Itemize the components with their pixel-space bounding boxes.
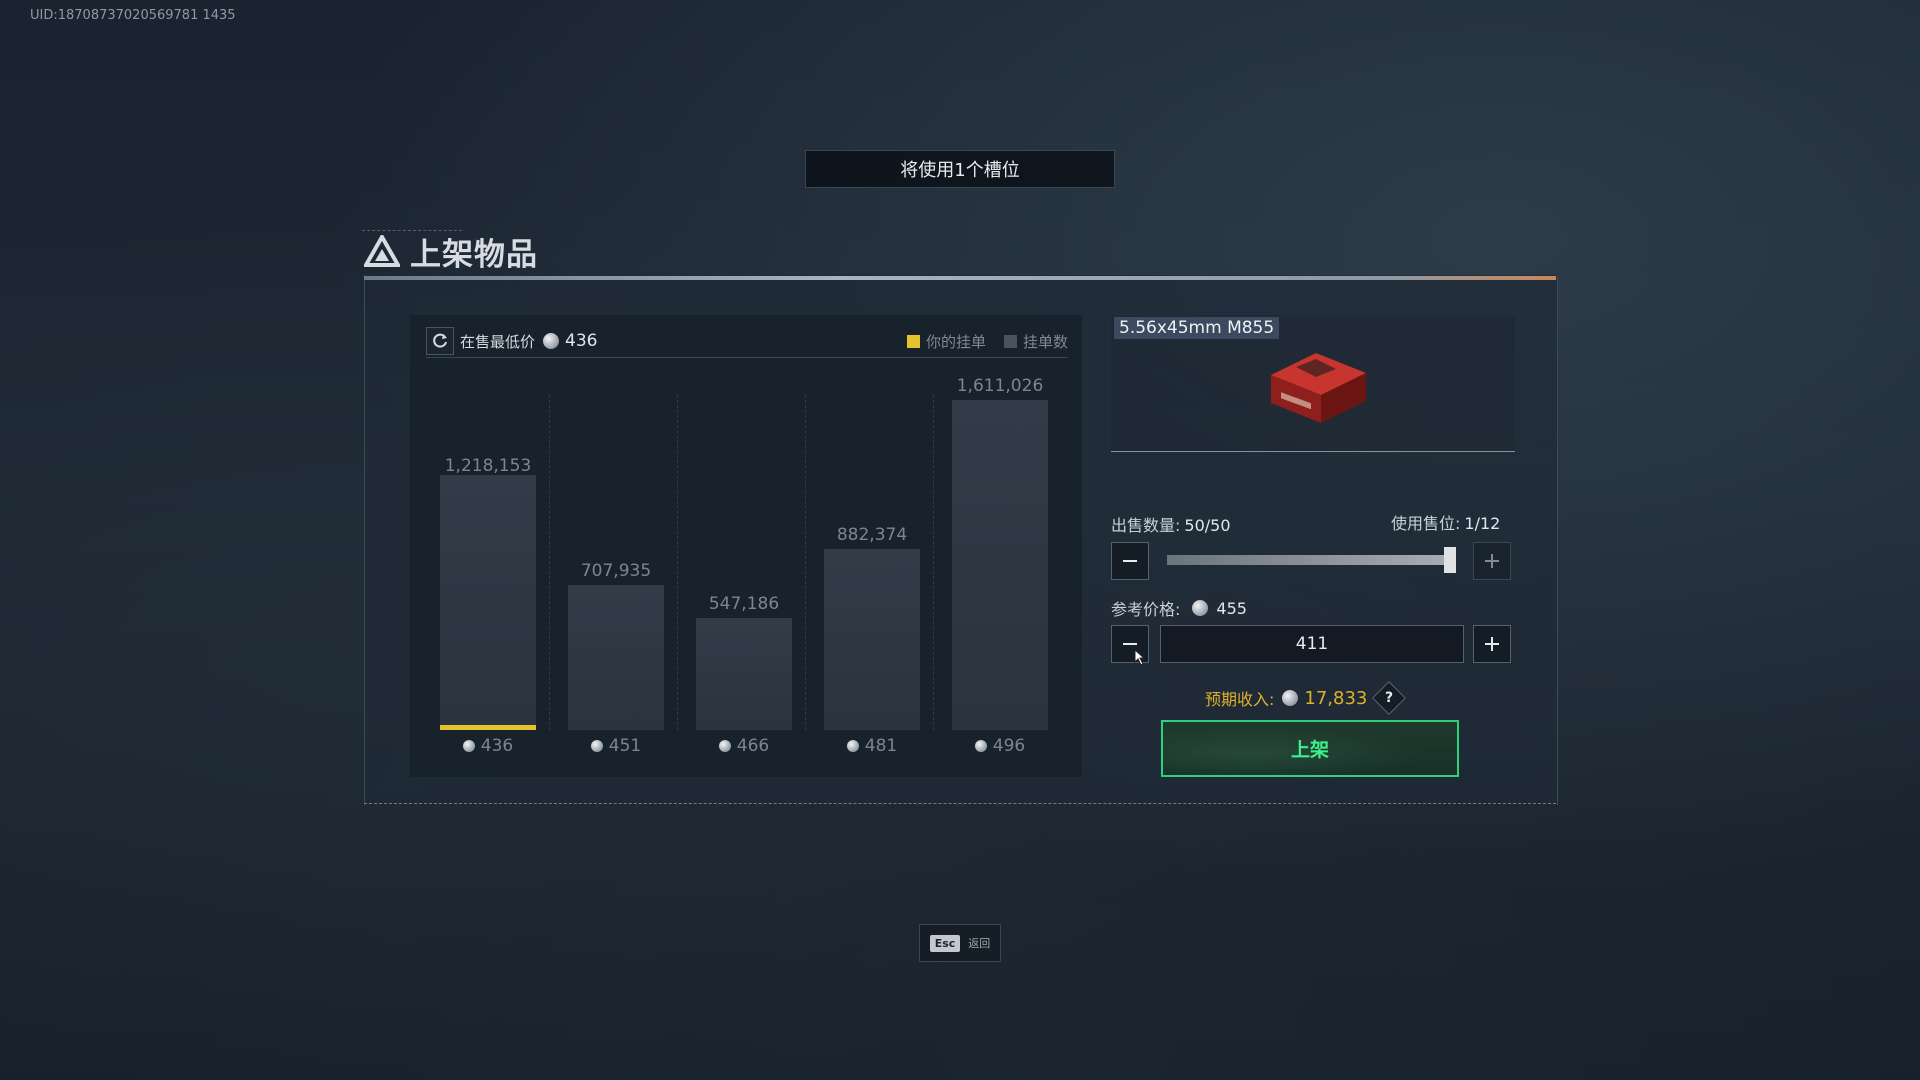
chart-bar[interactable] <box>440 475 536 730</box>
bar-value-label: 547,186 <box>708 594 780 614</box>
slot-notice: 将使用1个槽位 <box>805 150 1115 188</box>
bar-price-label: 466 <box>676 736 812 756</box>
bar-column: 707,935 451 <box>568 365 678 756</box>
reference-price: 参考价格: 455 <box>1111 596 1247 620</box>
sell-quantity: 出售数量: 50/50 <box>1111 512 1231 536</box>
column-separator <box>677 395 678 730</box>
slots-used-value: 1/12 <box>1464 514 1501 533</box>
bar-value-label: 707,935 <box>580 561 652 581</box>
legend-label-count: 挂单数 <box>1022 332 1068 351</box>
ammo-box-icon <box>1271 353 1366 423</box>
item-preview: 5.56x45mm M855 <box>1111 315 1515 452</box>
item-name: 5.56x45mm M855 <box>1114 317 1280 339</box>
legend-label-mine: 你的挂单 <box>925 332 986 351</box>
bar-price-text: 466 <box>736 736 770 756</box>
quantity-slider[interactable] <box>1167 555 1453 565</box>
legend-item-count: 挂单数 <box>1003 331 1068 352</box>
bar-column: 547,186 466 <box>696 365 806 756</box>
bar-price-text: 436 <box>480 736 514 756</box>
lowest-price-label: 在售最低价 <box>460 332 536 351</box>
chart-header: 在售最低价 436 你的挂单 挂单数 <box>426 325 1068 358</box>
coin-icon <box>1282 690 1299 706</box>
reference-price-label: 参考价格: <box>1111 600 1181 619</box>
bar-price-label: 481 <box>804 736 940 756</box>
triangle-logo-icon <box>364 235 400 267</box>
quantity-slider-thumb[interactable] <box>1444 547 1456 573</box>
bar-price-text: 481 <box>864 736 898 756</box>
coin-icon <box>543 333 560 349</box>
mouse-cursor-icon <box>1134 648 1146 666</box>
column-separator <box>933 395 934 730</box>
esc-back-hint[interactable]: Esc 返回 <box>919 924 1001 962</box>
quantity-decrease-button[interactable] <box>1111 542 1149 580</box>
coin-icon <box>462 740 475 752</box>
panel-bottom-border <box>364 803 1556 805</box>
plus-icon <box>1485 554 1499 568</box>
bar-column: 882,374 481 <box>824 365 934 756</box>
bar-column: 1,611,026 496 <box>952 365 1048 756</box>
column-separator <box>805 395 806 730</box>
quantity-increase-button[interactable] <box>1473 542 1511 580</box>
price-increase-button[interactable] <box>1473 625 1511 663</box>
bar-price-text: 496 <box>992 736 1026 756</box>
bar-price-label: 496 <box>932 736 1068 756</box>
esc-key: Esc <box>929 934 961 952</box>
coin-icon <box>718 740 731 752</box>
coin-icon <box>590 740 603 752</box>
page-title: 上架物品 <box>410 236 538 273</box>
bar-price-label: 451 <box>548 736 684 756</box>
sell-quantity-label: 出售数量: <box>1111 516 1181 535</box>
bar-price-text: 451 <box>608 736 642 756</box>
sell-quantity-value: 50/50 <box>1184 516 1231 535</box>
legend-item-mine: 你的挂单 <box>906 331 986 352</box>
reference-price-value: 455 <box>1216 598 1247 618</box>
esc-label: 返回 <box>968 937 991 950</box>
bar-column: 1,218,153 436 <box>440 365 550 756</box>
chart-bar[interactable] <box>824 549 920 730</box>
chart-bar[interactable] <box>696 618 792 730</box>
refresh-button[interactable] <box>426 327 454 355</box>
expected-income: 预期收入: 17,833 ? <box>1205 681 1407 715</box>
refresh-icon <box>433 333 447 348</box>
chart-legend: 你的挂单 挂单数 <box>889 331 1068 352</box>
uid-label: UID:18708737020569781 1435 <box>30 8 236 23</box>
panel-top-border <box>364 276 1556 280</box>
help-button[interactable]: ? <box>1372 681 1407 715</box>
panel-header: 上架物品 <box>364 228 538 274</box>
plus-icon <box>1485 637 1499 651</box>
coin-icon <box>846 740 859 752</box>
slots-used: 使用售位: 1/12 <box>1391 510 1500 534</box>
bar-price-label: 436 <box>420 736 556 756</box>
coin-icon <box>1192 600 1209 616</box>
legend-swatch-count <box>1003 334 1017 348</box>
slots-used-label: 使用售位: <box>1391 514 1461 533</box>
bar-value-label: 882,374 <box>836 525 908 545</box>
list-item-button[interactable]: 上架 <box>1161 720 1459 777</box>
expected-income-value: 17,833 <box>1304 687 1368 709</box>
help-icon: ? <box>1385 690 1394 706</box>
chart-bar[interactable] <box>568 585 664 730</box>
legend-swatch-mine <box>906 334 920 348</box>
bar-value-label: 1,611,026 <box>956 376 1044 396</box>
expected-income-label: 预期收入: <box>1205 690 1275 709</box>
price-input[interactable]: 411 <box>1160 625 1464 663</box>
bar-value-label: 1,218,153 <box>444 456 532 476</box>
coin-icon <box>974 740 987 752</box>
lowest-price-value: 436 <box>565 331 598 351</box>
price-distribution-chart: 在售最低价 436 你的挂单 挂单数 1,218,153 436 707,935 45… <box>410 315 1082 777</box>
chart-bar[interactable] <box>952 400 1048 730</box>
minus-icon <box>1123 560 1137 562</box>
